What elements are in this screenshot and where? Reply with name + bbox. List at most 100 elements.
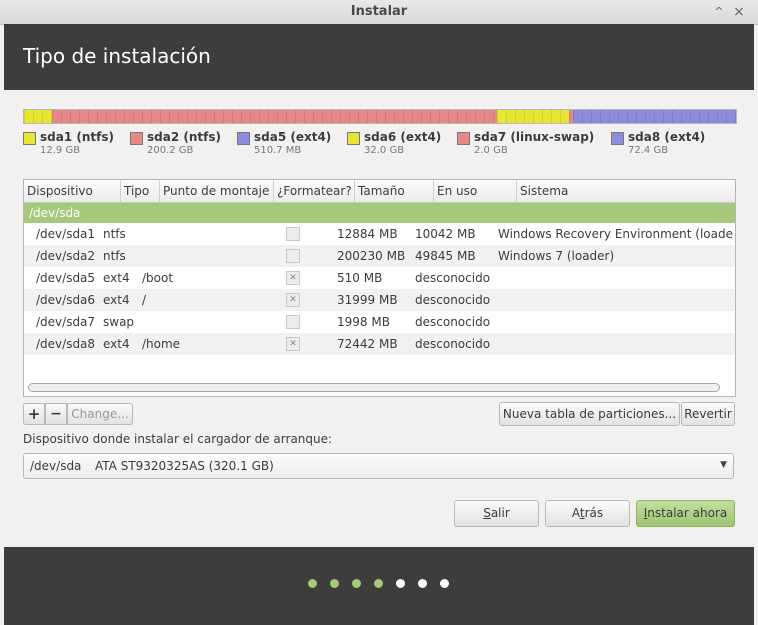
partition-bar-segment bbox=[497, 110, 569, 123]
legend-name: sda8 (ext4) bbox=[628, 130, 706, 144]
legend-swatch bbox=[347, 132, 360, 145]
bootloader-device-select[interactable]: /dev/sda ATA ST9320325AS (320.1 GB) ▼ bbox=[23, 453, 734, 479]
revert-button[interactable]: Revertir bbox=[681, 402, 735, 426]
cell-type: swap bbox=[103, 315, 135, 329]
cell-type: ntfs bbox=[103, 227, 126, 241]
cell-type: ntfs bbox=[103, 249, 126, 263]
cell-system: Windows Recovery Environment (loader) bbox=[498, 227, 734, 241]
disk-row[interactable]: /dev/sda bbox=[24, 203, 735, 223]
column-header-used[interactable]: En uso bbox=[434, 180, 517, 202]
installer-window: Instalar ^ × Tipo de instalación sda1 (n… bbox=[0, 0, 758, 625]
cell-mount: /home bbox=[142, 337, 181, 351]
cell-device: /dev/sda2 bbox=[36, 249, 96, 263]
cell-used: 49845 MB bbox=[415, 249, 476, 263]
column-header-type[interactable]: Tipo bbox=[121, 180, 160, 202]
cell-device: /dev/sda5 bbox=[36, 271, 96, 285]
format-checkbox[interactable] bbox=[286, 249, 300, 263]
cell-device: /dev/sda7 bbox=[36, 315, 96, 329]
table-row[interactable]: /dev/sda1 ntfs 12884 MB 10042 MB Windows Rec… bbox=[24, 223, 735, 245]
cell-device: /dev/sda1 bbox=[36, 227, 96, 241]
progress-dot bbox=[374, 579, 383, 588]
cell-mount: /boot bbox=[142, 271, 174, 285]
page-title: Tipo de instalación bbox=[23, 44, 211, 68]
cell-type: ext4 bbox=[103, 271, 130, 285]
format-checkbox[interactable]: ✕ bbox=[286, 293, 300, 307]
cell-size: 1998 MB bbox=[337, 315, 390, 329]
change-partition-button[interactable]: Change... bbox=[67, 403, 133, 425]
cell-system: Windows 7 (loader) bbox=[498, 249, 615, 263]
legend-name: sda7 (linux-swap) bbox=[474, 130, 595, 144]
column-header-system[interactable]: Sistema bbox=[517, 180, 735, 202]
window-title: Instalar bbox=[350, 4, 408, 19]
legend-name: sda2 (ntfs) bbox=[147, 130, 221, 144]
format-checkbox[interactable]: ✕ bbox=[286, 271, 300, 285]
legend-swatch bbox=[23, 132, 36, 145]
legend-size: 2.0 GB bbox=[474, 145, 508, 156]
cell-size: 72442 MB bbox=[337, 337, 398, 351]
legend-size: 510.7 MB bbox=[254, 145, 302, 156]
legend-size: 32.0 GB bbox=[364, 145, 405, 156]
cell-device: /dev/sda6 bbox=[36, 293, 96, 307]
table-row[interactable]: /dev/sda6 ext4 / 31999 MB desconocido ✕ bbox=[24, 289, 735, 311]
cell-used: desconocido bbox=[415, 271, 491, 285]
legend-name: sda5 (ext4) bbox=[254, 130, 332, 144]
partition-legend: sda1 (ntfs) 12.9 GB sda2 (ntfs) 200.2 GB sda… bbox=[23, 130, 735, 160]
progress-dot bbox=[440, 579, 449, 588]
partition-bar bbox=[23, 109, 737, 124]
partition-bar-segment bbox=[572, 110, 736, 123]
cell-type: ext4 bbox=[103, 337, 130, 351]
progress-dot bbox=[418, 579, 427, 588]
cell-size: 12884 MB bbox=[337, 227, 398, 241]
cell-type: ext4 bbox=[103, 293, 130, 307]
partition-bar-segment bbox=[52, 110, 498, 123]
cell-size: 200230 MB bbox=[337, 249, 406, 263]
partition-bar-segment bbox=[24, 110, 53, 123]
add-partition-button[interactable]: + bbox=[23, 403, 45, 425]
quit-button[interactable]: Salir bbox=[454, 500, 539, 527]
bootloader-device-description: ATA ST9320325AS (320.1 GB) bbox=[95, 459, 274, 473]
legend-name: sda1 (ntfs) bbox=[40, 130, 114, 144]
bootloader-device: /dev/sda bbox=[30, 459, 82, 473]
cell-mount: / bbox=[142, 293, 147, 307]
legend-size: 12.9 GB bbox=[40, 145, 81, 156]
partition-table[interactable]: Dispositivo Tipo Punto de montaje ¿Forma… bbox=[23, 179, 736, 397]
new-partition-table-button[interactable]: Nueva tabla de particiones... bbox=[499, 402, 680, 426]
column-header-device[interactable]: Dispositivo bbox=[24, 180, 121, 202]
column-header-format[interactable]: ¿Formatear? bbox=[274, 180, 355, 202]
format-checkbox[interactable] bbox=[286, 315, 300, 329]
cell-device: /dev/sda8 bbox=[36, 337, 96, 351]
minimize-icon[interactable]: ^ bbox=[711, 4, 727, 20]
horizontal-scrollbar[interactable] bbox=[28, 383, 720, 392]
legend-size: 200.2 GB bbox=[147, 145, 194, 156]
progress-dot bbox=[308, 579, 317, 588]
table-row[interactable]: /dev/sda5 ext4/boot 510 MB desconocido ✕ bbox=[24, 267, 735, 289]
back-button[interactable]: Atrás bbox=[545, 500, 630, 527]
cell-size: 510 MB bbox=[337, 271, 383, 285]
legend-swatch bbox=[130, 132, 143, 145]
column-header-mount[interactable]: Punto de montaje bbox=[160, 180, 274, 202]
cell-used: 10042 MB bbox=[415, 227, 476, 241]
legend-name: sda6 (ext4) bbox=[364, 130, 442, 144]
cell-size: 31999 MB bbox=[337, 293, 398, 307]
legend-swatch bbox=[457, 132, 470, 145]
remove-partition-button[interactable]: − bbox=[45, 403, 67, 425]
page-header: Tipo de instalación bbox=[4, 24, 754, 90]
format-checkbox[interactable]: ✕ bbox=[286, 337, 300, 351]
table-row[interactable]: /dev/sda7 swap 1998 MB desconocido bbox=[24, 311, 735, 333]
cell-used: desconocido bbox=[415, 337, 491, 351]
progress-dot bbox=[330, 579, 339, 588]
table-row[interactable]: /dev/sda2 ntfs 200230 MB 49845 MB Windows 7 … bbox=[24, 245, 735, 267]
format-checkbox[interactable] bbox=[286, 227, 300, 241]
progress-footer bbox=[4, 547, 754, 625]
column-header-size[interactable]: Tamaño bbox=[355, 180, 434, 202]
cell-used: desconocido bbox=[415, 315, 491, 329]
legend-swatch bbox=[237, 132, 250, 145]
close-icon[interactable]: × bbox=[731, 4, 747, 20]
progress-dot bbox=[352, 579, 361, 588]
table-row[interactable]: /dev/sda8 ext4/home 72442 MB desconocido ✕ bbox=[24, 333, 735, 355]
cell-used: desconocido bbox=[415, 293, 491, 307]
table-header: Dispositivo Tipo Punto de montaje ¿Forma… bbox=[24, 180, 735, 203]
title-bar: Instalar ^ × bbox=[0, 0, 758, 25]
bootloader-label: Dispositivo donde instalar el cargador d… bbox=[23, 432, 333, 446]
install-now-button[interactable]: Instalar ahora bbox=[636, 500, 735, 527]
